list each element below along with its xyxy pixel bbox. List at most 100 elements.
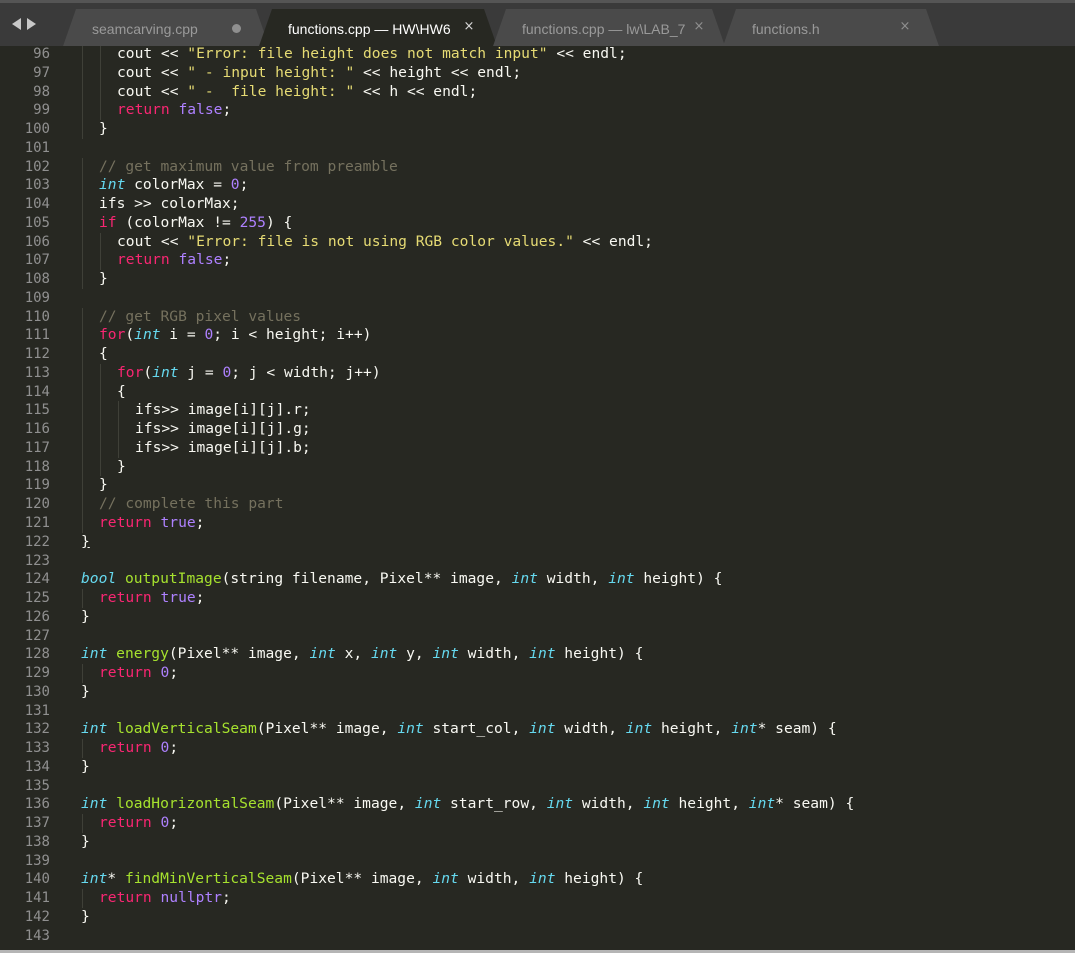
- code-token: for: [117, 363, 144, 381]
- code-line[interactable]: }: [99, 120, 108, 139]
- code-token: }: [99, 120, 108, 138]
- indent-guide: [82, 270, 83, 289]
- code-token: 0: [160, 814, 170, 832]
- code-line[interactable]: return 0;: [99, 814, 178, 833]
- code-line[interactable]: // get maximum value from preamble: [99, 158, 398, 177]
- indent-guide: [100, 101, 101, 121]
- code-line[interactable]: cout << " - file height: " << h << endl;: [117, 83, 477, 102]
- code-line[interactable]: return false;: [117, 251, 231, 270]
- code-line[interactable]: bool outputImage(string filename, Pixel*…: [81, 570, 722, 589]
- line-number: 116: [24, 421, 50, 438]
- code-token: start_col,: [423, 720, 530, 738]
- code-line[interactable]: return true;: [99, 514, 204, 533]
- code-token: " - input height: ": [187, 63, 355, 81]
- indent-guide: [118, 438, 119, 458]
- code-line[interactable]: for(int j = 0; j < width; j++): [117, 364, 381, 383]
- code-line[interactable]: int* findMinVerticalSeam(Pixel** image, …: [81, 870, 643, 889]
- code-token: return: [117, 101, 179, 119]
- code-area[interactable]: cout << "Error: file height does not mat…: [81, 46, 1075, 953]
- code-token: }: [99, 476, 108, 494]
- tab-functions-h[interactable]: functions.h ×: [722, 9, 940, 46]
- code-line[interactable]: cout << " - input height: " << height <<…: [117, 64, 521, 83]
- triangle-left-icon[interactable]: [12, 18, 21, 30]
- code-token: ifs>> image[i][j].b;: [135, 438, 311, 456]
- dot-icon[interactable]: [232, 24, 241, 33]
- code-token: (colorMax !=: [116, 213, 240, 231]
- code-line[interactable]: ifs>> image[i][j].r;: [135, 401, 311, 420]
- code-token: (: [143, 363, 153, 381]
- code-line[interactable]: return nullptr;: [99, 889, 231, 908]
- indent-guide: [100, 401, 101, 421]
- code-line[interactable]: return 0;: [99, 664, 178, 683]
- triangle-right-icon[interactable]: [27, 18, 36, 30]
- code-line[interactable]: }: [99, 476, 108, 495]
- code-line[interactable]: return 0;: [99, 739, 178, 758]
- code-token: width,: [458, 870, 530, 888]
- code-token: int: [731, 720, 758, 738]
- code-token: << endl;: [547, 46, 627, 62]
- indent-guide: [100, 457, 101, 477]
- code-line[interactable]: ifs>> image[i][j].g;: [135, 420, 311, 439]
- line-number: 99: [33, 102, 50, 119]
- line-number: 109: [24, 289, 50, 306]
- code-token: int: [99, 176, 126, 194]
- code-token: int: [529, 870, 556, 888]
- code-token: (Pixel** image,: [291, 870, 433, 888]
- code-line[interactable]: }: [81, 833, 90, 852]
- tab-functions-cpp-hw6[interactable]: functions.cpp — HW\HW6 ×: [258, 9, 498, 46]
- code-line[interactable]: ifs>> image[i][j].b;: [135, 439, 311, 458]
- code-token: cout <<: [117, 232, 188, 250]
- code-token: // complete this part: [99, 495, 284, 513]
- code-token: return: [99, 589, 161, 607]
- code-token: }: [99, 270, 108, 288]
- code-line[interactable]: // complete this part: [99, 495, 284, 514]
- code-line[interactable]: int colorMax = 0;: [99, 176, 248, 195]
- code-token: ;: [222, 101, 232, 119]
- code-line[interactable]: cout << "Error: file is not using RGB co…: [117, 233, 653, 252]
- code-line[interactable]: }: [99, 270, 108, 289]
- code-token: int: [529, 645, 556, 663]
- tab-label: seamcarving.cpp: [92, 21, 198, 37]
- code-line[interactable]: int loadHorizontalSeam(Pixel** image, in…: [81, 795, 854, 814]
- code-line[interactable]: }: [117, 458, 126, 477]
- code-line[interactable]: ifs >> colorMax;: [99, 195, 240, 214]
- tab-seamcarving-cpp[interactable]: seamcarving.cpp: [62, 9, 270, 46]
- code-token: ;: [222, 251, 232, 269]
- code-line[interactable]: }: [81, 533, 90, 552]
- code-line[interactable]: }: [81, 908, 90, 927]
- close-icon[interactable]: ×: [691, 19, 707, 35]
- code-token: false: [178, 101, 223, 119]
- code-token: ;: [169, 739, 179, 757]
- code-line[interactable]: if (colorMax != 255) {: [99, 214, 292, 233]
- code-line[interactable]: return true;: [99, 589, 204, 608]
- indent-guide: [82, 157, 83, 177]
- code-line[interactable]: int loadVerticalSeam(Pixel** image, int …: [81, 720, 837, 739]
- code-token: }: [81, 682, 90, 700]
- indent-guide: [82, 195, 83, 214]
- code-line[interactable]: int energy(Pixel** image, int x, int y, …: [81, 645, 643, 664]
- code-editor[interactable]: 96 97 98 99 100 101 102 103 104 105 106 107 108 109 11…: [0, 46, 1075, 953]
- code-line[interactable]: }: [81, 683, 90, 702]
- code-token: return: [99, 889, 161, 907]
- code-line[interactable]: cout << "Error: file height does not mat…: [117, 46, 627, 64]
- close-icon[interactable]: ×: [461, 19, 477, 35]
- code-line[interactable]: {: [99, 345, 108, 364]
- code-token: << h << endl;: [354, 82, 478, 100]
- code-line[interactable]: // get RGB pixel values: [99, 308, 301, 327]
- code-token: (Pixel** image,: [274, 795, 415, 813]
- code-line[interactable]: }: [81, 608, 90, 627]
- indent-guide: [82, 363, 83, 383]
- close-icon[interactable]: ×: [897, 19, 913, 35]
- line-number: 118: [24, 458, 50, 475]
- code-line[interactable]: return false;: [117, 101, 231, 120]
- tab-functions-cpp-lab7[interactable]: functions.cpp — lw\LAB_7 ×: [492, 9, 726, 46]
- line-number: 129: [24, 665, 50, 682]
- indent-guide: [82, 326, 83, 346]
- code-token: energy: [116, 645, 169, 663]
- code-token: height) {: [634, 570, 723, 588]
- code-line[interactable]: }: [81, 758, 90, 777]
- code-line[interactable]: for(int i = 0; i < height; i++): [99, 326, 371, 345]
- line-number: 124: [24, 571, 50, 588]
- code-line[interactable]: {: [117, 383, 126, 402]
